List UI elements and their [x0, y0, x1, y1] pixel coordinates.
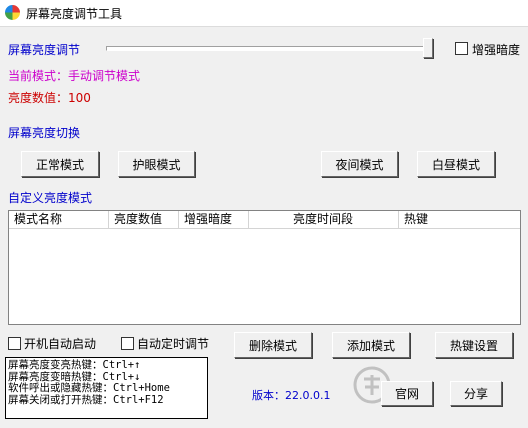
- column-brightness-value[interactable]: 亮度数值: [109, 211, 179, 228]
- brightness-slider-thumb[interactable]: [423, 38, 433, 58]
- hotkey-toggle-app-line: 软件呼出或隐藏热键：Ctrl+Home: [8, 382, 170, 394]
- column-enhance-dark[interactable]: 增强暗度: [179, 211, 249, 228]
- hotkey-brighten-line: 屏幕亮度变亮热键：Ctrl+↑: [8, 359, 141, 371]
- brightness-value-text: 亮度数值：100: [8, 91, 91, 105]
- custom-modes-table[interactable]: 模式名称 亮度数值 增强暗度 亮度时间段 热键: [8, 210, 521, 325]
- window-title: 屏幕亮度调节工具: [26, 7, 123, 21]
- delete-mode-button[interactable]: 删除模式: [234, 332, 312, 358]
- hotkey-info-box: 屏幕亮度变亮热键：Ctrl+↑ 屏幕亮度变暗热键：Ctrl+↓ 软件呼出或隐藏热…: [5, 357, 208, 419]
- brightness-label: 屏幕亮度调节: [8, 43, 81, 57]
- column-time-range[interactable]: 亮度时间段: [249, 211, 399, 228]
- hotkey-settings-button[interactable]: 热键设置: [435, 332, 513, 358]
- custom-section-label: 自定义亮度模式: [8, 191, 93, 205]
- timed-adjust-label: 自动定时调节: [137, 337, 210, 351]
- eye-care-mode-button[interactable]: 护眼模式: [118, 151, 195, 177]
- night-mode-button[interactable]: 夜间模式: [321, 151, 398, 177]
- column-mode-name[interactable]: 模式名称: [9, 211, 109, 228]
- add-mode-button[interactable]: 添加模式: [332, 332, 410, 358]
- autostart-label: 开机自动启动: [24, 337, 97, 351]
- enhance-dark-label: 增强暗度: [472, 43, 521, 57]
- enhance-dark-checkbox[interactable]: [455, 42, 468, 55]
- version-text: 版本：22.0.0.1: [252, 389, 331, 402]
- daylight-mode-button[interactable]: 白昼模式: [417, 151, 495, 177]
- app-logo-icon: [5, 5, 20, 20]
- switch-section-label: 屏幕亮度切换: [8, 126, 81, 140]
- timed-adjust-checkbox[interactable]: [121, 337, 134, 350]
- autostart-checkbox[interactable]: [8, 337, 21, 350]
- brightness-slider-track[interactable]: [106, 46, 430, 51]
- current-mode-text: 当前模式：手动调节模式: [8, 69, 141, 83]
- column-hotkey[interactable]: 热键: [399, 211, 520, 228]
- normal-mode-button[interactable]: 正常模式: [21, 151, 99, 177]
- table-header: 模式名称 亮度数值 增强暗度 亮度时间段 热键: [9, 211, 520, 229]
- hotkey-screen-off-line: 屏幕关闭或打开热键：Ctrl+F12: [8, 393, 164, 406]
- share-button[interactable]: 分享: [450, 381, 502, 406]
- website-button[interactable]: 官网: [381, 381, 433, 406]
